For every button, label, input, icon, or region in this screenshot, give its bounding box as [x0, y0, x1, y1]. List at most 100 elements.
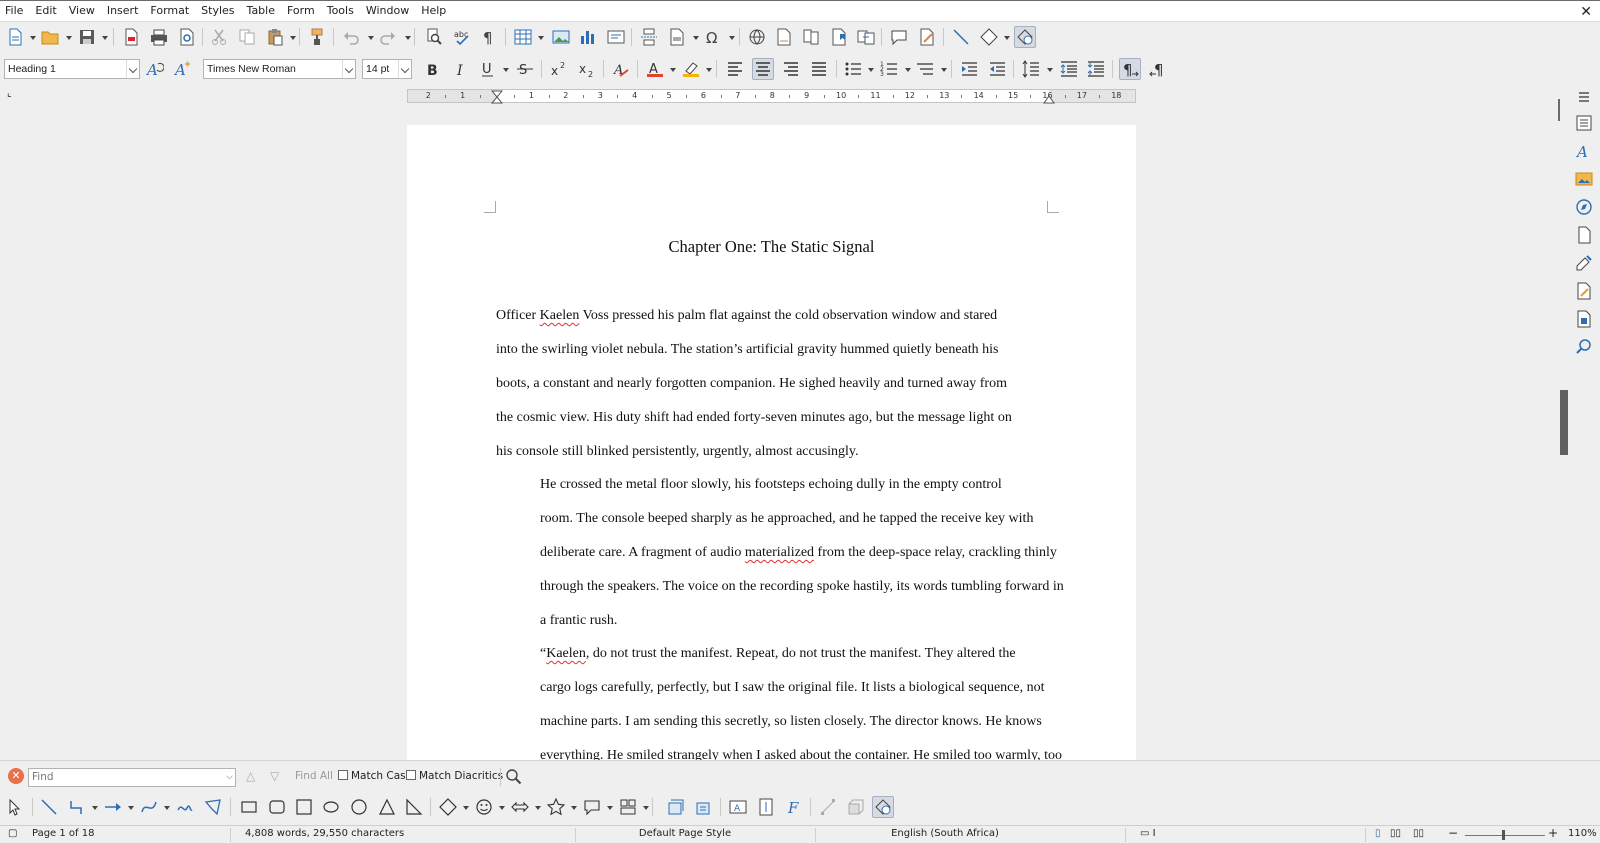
insert-line-icon[interactable] — [950, 26, 972, 48]
print-preview-icon[interactable] — [176, 26, 198, 48]
export-pdf-icon[interactable] — [120, 26, 142, 48]
circle-icon[interactable] — [348, 796, 370, 818]
cross-reference-icon[interactable] — [855, 26, 877, 48]
style-inspector-icon[interactable] — [1573, 252, 1595, 274]
textbox-icon[interactable]: A — [727, 796, 749, 818]
styles-icon[interactable]: A — [1573, 140, 1595, 162]
triangle-icon[interactable] — [376, 796, 398, 818]
single-page-view-icon[interactable]: ▯ — [1375, 828, 1381, 839]
chevron-down-icon[interactable]: ⌵ — [226, 769, 233, 786]
save-icon[interactable] — [76, 26, 98, 48]
save-status-icon[interactable]: ▢ — [8, 828, 17, 839]
navigator-icon[interactable] — [1573, 196, 1595, 218]
zoom-slider-thumb[interactable] — [1502, 830, 1505, 840]
undo-icon[interactable] — [340, 26, 362, 48]
freeform-icon[interactable] — [174, 796, 196, 818]
block-arrows-icon[interactable] — [509, 796, 531, 818]
gallery-icon[interactable] — [1573, 168, 1595, 190]
chevron-down-icon[interactable] — [398, 60, 411, 78]
update-style-icon[interactable]: A — [144, 58, 166, 80]
menu-help[interactable]: Help — [415, 1, 452, 21]
bookmark-icon[interactable] — [828, 26, 850, 48]
body-paragraph-1[interactable]: Officer Kaelen Voss pressed his palm fla… — [496, 299, 1056, 469]
insert-mode-icon[interactable]: ▭ I — [1140, 828, 1156, 839]
insert-textbox-icon[interactable] — [605, 26, 627, 48]
italic-icon[interactable]: I — [450, 58, 472, 80]
right-to-left-icon[interactable]: ¶ — [1147, 58, 1169, 80]
match-diacritics-checkbox[interactable] — [406, 770, 416, 780]
fontwork-icon[interactable]: F — [783, 796, 805, 818]
sidebar-menu-icon[interactable] — [1573, 86, 1595, 108]
chevron-down-icon[interactable] — [342, 60, 355, 78]
draw-functions-icon[interactable] — [1014, 26, 1036, 48]
rectangle-icon[interactable] — [238, 796, 260, 818]
find-input[interactable]: Find ⌵ — [28, 768, 236, 787]
menu-window[interactable]: Window — [360, 1, 415, 21]
zoom-slider[interactable] — [1465, 835, 1545, 836]
tab-stop-selector-icon[interactable]: ⌞ — [7, 88, 12, 99]
underline-icon[interactable]: U — [477, 58, 499, 80]
highlight-color-icon[interactable] — [680, 58, 702, 80]
line-arrow-icon[interactable] — [102, 796, 124, 818]
polygon-icon[interactable] — [202, 796, 224, 818]
font-name-combo[interactable]: Times New Roman — [203, 59, 356, 79]
chapter-heading[interactable]: Chapter One: The Static Signal — [496, 237, 1047, 257]
footnote-icon[interactable] — [773, 26, 795, 48]
menu-file[interactable]: File — [0, 1, 29, 21]
draw-functions-icon[interactable] — [872, 796, 894, 818]
copy-icon[interactable] — [236, 26, 258, 48]
find-next-icon[interactable]: ▽ — [270, 769, 279, 783]
menu-tools[interactable]: Tools — [321, 1, 360, 21]
fontwork-a-icon[interactable] — [665, 796, 687, 818]
basic-shapes-icon[interactable] — [437, 796, 459, 818]
menu-form[interactable]: Form — [281, 1, 321, 21]
page-icon[interactable] — [1573, 224, 1595, 246]
close-find-icon[interactable]: ✕ — [8, 768, 24, 784]
page-count[interactable]: Page 1 of 18 — [32, 828, 94, 839]
paragraph-style-combo[interactable]: Heading 1 — [4, 59, 140, 79]
endnote-icon[interactable] — [800, 26, 822, 48]
menu-insert[interactable]: Insert — [101, 1, 145, 21]
subscript-icon[interactable]: x2 — [576, 58, 598, 80]
menu-styles[interactable]: Styles — [195, 1, 240, 21]
page-style[interactable]: Default Page Style — [580, 828, 790, 839]
new-style-icon[interactable]: A — [172, 58, 194, 80]
symbol-shapes-icon[interactable] — [473, 796, 495, 818]
document-area[interactable]: Chapter One: The Static Signal Officer K… — [0, 108, 1555, 760]
multi-page-view-icon[interactable]: ▯▯ — [1390, 828, 1401, 839]
right-triangle-icon[interactable] — [403, 796, 425, 818]
chevron-down-icon[interactable] — [126, 60, 139, 78]
design-icon[interactable] — [1573, 308, 1595, 330]
properties-icon[interactable] — [1573, 112, 1595, 134]
comment-icon[interactable] — [888, 26, 910, 48]
spelling-error-mark[interactable]: Kaelen — [546, 646, 586, 661]
horizontal-ruler[interactable]: 2 1 1 2 3 4 5 6 7 8 9 10 11 12 13 14 15 16 17 18 — [407, 89, 1136, 104]
insert-table-icon[interactable] — [512, 26, 534, 48]
indent-marker-icon[interactable] — [490, 90, 504, 104]
match-case-checkbox[interactable] — [338, 770, 348, 780]
insert-image-icon[interactable] — [550, 26, 572, 48]
clear-formatting-icon[interactable]: A — [610, 58, 632, 80]
clone-formatting-icon[interactable] — [306, 26, 328, 48]
sidebar-collapse-handle[interactable] — [1560, 390, 1568, 455]
scrollbar-thumb[interactable] — [1558, 99, 1560, 121]
word-count[interactable]: 4,808 words, 29,550 characters — [245, 828, 404, 839]
align-left-icon[interactable] — [724, 58, 746, 80]
line-tool-icon[interactable] — [38, 796, 60, 818]
vertical-text-icon[interactable] — [755, 796, 777, 818]
spelling-error-mark[interactable]: materialized — [745, 545, 814, 560]
find-icon[interactable] — [1573, 336, 1595, 358]
menu-format[interactable]: Format — [144, 1, 195, 21]
hyperlink-icon[interactable] — [746, 26, 768, 48]
align-right-icon[interactable] — [780, 58, 802, 80]
zoom-in-icon[interactable]: + — [1548, 826, 1558, 840]
insert-chart-icon[interactable] — [577, 26, 599, 48]
bullet-list-icon[interactable] — [842, 58, 864, 80]
special-character-icon[interactable]: Ω — [702, 26, 724, 48]
points-icon[interactable] — [817, 796, 839, 818]
fontwork-b-icon[interactable] — [693, 796, 715, 818]
cut-icon[interactable] — [208, 26, 230, 48]
rounded-rectangle-icon[interactable] — [266, 796, 288, 818]
font-color-icon[interactable]: A — [644, 58, 666, 80]
find-replace-icon[interactable] — [423, 26, 445, 48]
